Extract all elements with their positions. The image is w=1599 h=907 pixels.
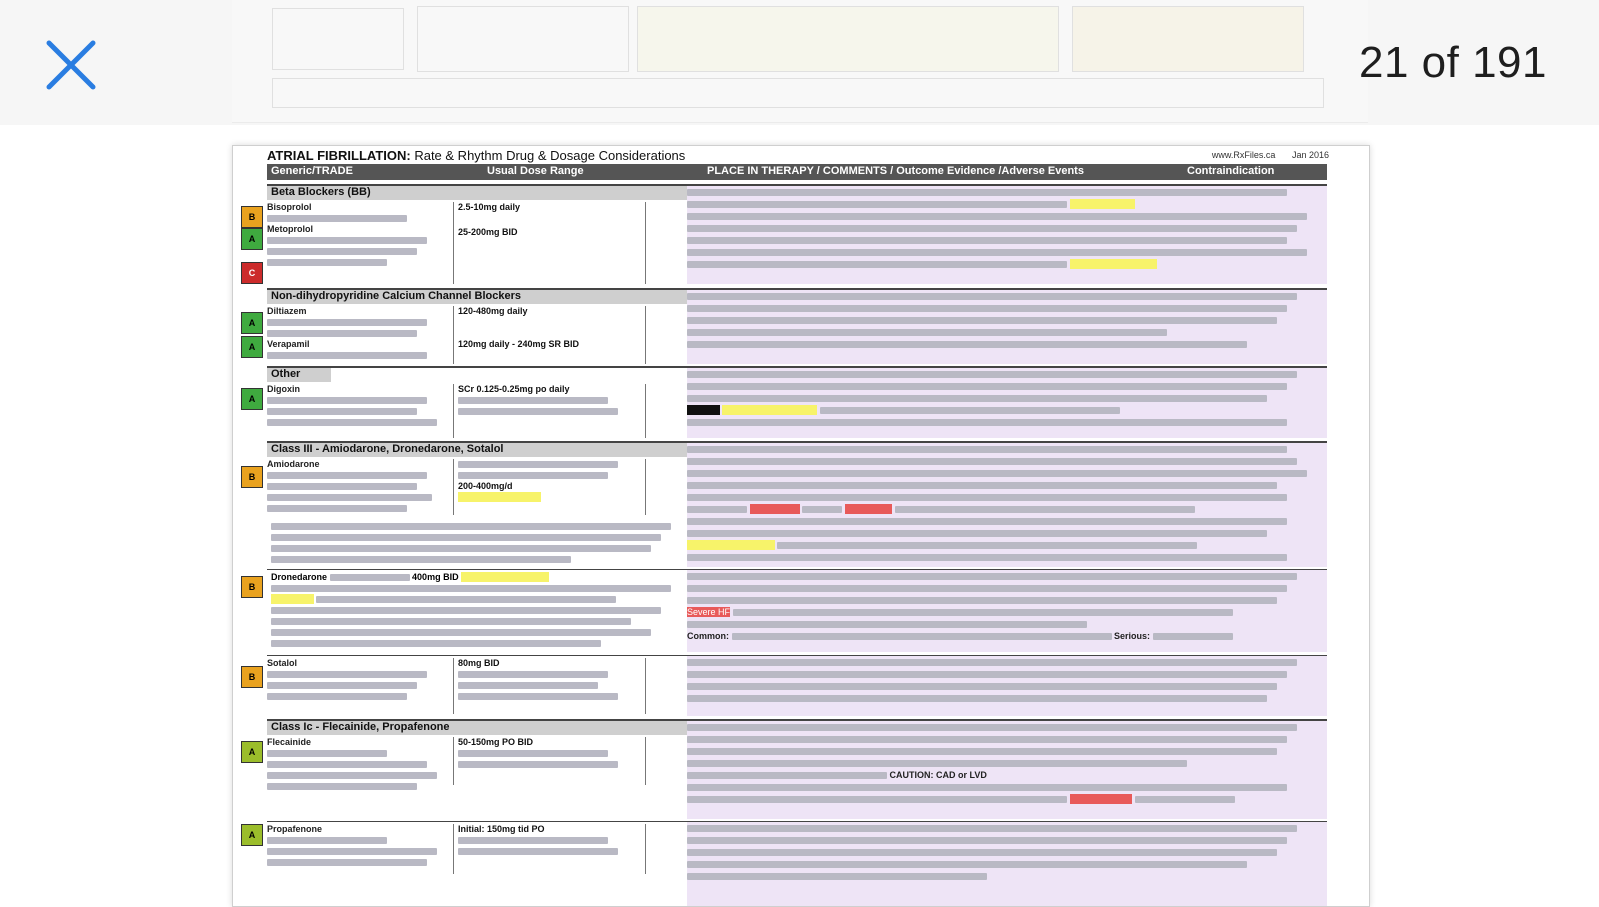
header-contraindication: Contraindication [1187, 165, 1275, 177]
ref-column [645, 459, 686, 515]
section-title: Non-dihydropyridine Calcium Channel Bloc… [267, 290, 691, 304]
close-x-icon [46, 40, 96, 90]
header-generic: Generic/TRADE [271, 165, 353, 177]
dose-column: 2.5-10mg daily 25-200mg BID [453, 202, 648, 284]
dose-text: 200-400mg/d [458, 481, 513, 491]
document-title-bold: ATRIAL FIBRILLATION: [267, 148, 411, 163]
dose-column: 200-400mg/d [453, 459, 648, 515]
section-title: Class Ic - Flecainide, Propafenone [267, 721, 691, 735]
section-calcium-channel-blockers: Non-dihydropyridine Calcium Channel Bloc… [267, 288, 1327, 366]
dose-column: 80mg BID [453, 658, 648, 714]
drug-name: Sotalol [267, 658, 298, 668]
rating-badge: A [241, 824, 263, 846]
drug-name: Diltiazem [267, 306, 307, 316]
drug-name: Dronedarone [271, 572, 328, 582]
comments-column [687, 822, 1327, 906]
rating-badge: B [241, 666, 263, 688]
rating-badge: B [241, 576, 263, 598]
rating-badge: B [241, 466, 263, 488]
dose-column: 50-150mg PO BID [453, 737, 648, 785]
dose-column: 120-480mg daily 120mg daily - 240mg SR B… [453, 306, 648, 364]
rating-badge: B [241, 206, 263, 228]
date-label: Jan 2016 [1291, 150, 1329, 160]
section-title: Beta Blockers (BB) [267, 186, 691, 200]
rating-badge: A [241, 336, 263, 358]
dose-column: SCr 0.125-0.25mg po daily [453, 384, 648, 438]
section-other: Other Digoxin SCr 0.125-0.25mg po daily [267, 366, 1327, 440]
header-dose: Usual Dose Range [487, 165, 584, 177]
rating-badge: A [241, 228, 263, 250]
comments-column: Severe HF Common: Serious: [687, 570, 1327, 652]
close-button[interactable] [44, 38, 98, 92]
drug-list: Bisoprolol Metoprolol [267, 202, 447, 268]
document-meta: www.RxFiles.ca Jan 2016 [1212, 150, 1329, 160]
ref-column [645, 824, 686, 874]
rating-badge: A [241, 741, 263, 763]
section-title: Other [267, 368, 331, 382]
header-place: PLACE IN THERAPY / COMMENTS / Outcome Ev… [707, 165, 1084, 177]
caution-label: CAUTION: CAD or LVD [889, 770, 987, 780]
comments-column [687, 368, 1327, 438]
section-class-iii: Class III - Amiodarone, Dronedarone, Sot… [267, 441, 1327, 569]
dose-column: Initial: 150mg tid PO [453, 824, 648, 874]
serious-label: Serious: [1114, 631, 1151, 641]
severe-hf-label: Severe HF [687, 607, 731, 617]
drug-name: Metoprolol [267, 224, 313, 234]
ref-column [645, 658, 686, 714]
drug-name: Verapamil [267, 339, 310, 349]
ref-column [645, 202, 686, 284]
dose-text: 80mg BID [458, 658, 500, 668]
document-title-rest: Rate & Rhythm Drug & Dosage Consideratio… [414, 148, 686, 163]
dose-text: 2.5-10mg daily [458, 202, 521, 212]
ref-column [645, 306, 686, 364]
drug-name: Flecainide [267, 737, 312, 747]
section-title: Class III - Amiodarone, Dronedarone, Sot… [267, 443, 691, 457]
ref-column [645, 737, 686, 785]
section-propafenone: Propafenone Initial: 150mg tid PO [267, 821, 1327, 906]
section-beta-blockers: Beta Blockers (BB) Bisoprolol Metoprolol… [267, 184, 1327, 286]
table-header: Generic/TRADE Usual Dose Range PLACE IN … [267, 164, 1327, 180]
rating-badge: A [241, 388, 263, 410]
drug-list: Flecainide [267, 737, 447, 792]
drug-name: Digoxin [267, 384, 300, 394]
ref-column [645, 384, 686, 438]
section-class-ic: Class Ic - Flecainide, Propafenone Fleca… [267, 719, 1327, 821]
comments-column: CAUTION: CAD or LVD [687, 721, 1327, 819]
comments-column [687, 186, 1327, 284]
drug-name: Propafenone [267, 824, 323, 834]
section-dronedarone: Dronedarone 400mg BID Severe HF Common: … [267, 569, 1327, 654]
drug-list: Digoxin [267, 384, 447, 428]
dose-text: 50-150mg PO BID [458, 737, 534, 747]
dose-text: 25-200mg BID [458, 227, 518, 237]
drug-block: Dronedarone 400mg BID [271, 572, 683, 649]
page-counter: 21 of 191 [1359, 38, 1547, 87]
rating-badge: A [241, 312, 263, 334]
notes-block [271, 521, 683, 565]
dose-text: 120-480mg daily [458, 306, 528, 316]
comments-column [687, 443, 1327, 567]
previous-page-preview[interactable] [232, 0, 1368, 123]
section-sotalol: Sotalol 80mg BID [267, 655, 1327, 718]
comments-column [687, 290, 1327, 364]
drug-list: Amiodarone [267, 459, 447, 514]
document-title: ATRIAL FIBRILLATION: Rate & Rhythm Drug … [267, 148, 685, 163]
drug-list: Sotalol [267, 658, 447, 702]
dose-text: Initial: 150mg tid PO [458, 824, 545, 834]
drug-list: Propafenone [267, 824, 447, 868]
website-label: www.RxFiles.ca [1211, 150, 1276, 160]
drug-name: Bisoprolol [267, 202, 312, 212]
rating-badge: C [241, 262, 263, 284]
common-label: Common: [687, 631, 729, 641]
document-page[interactable]: ATRIAL FIBRILLATION: Rate & Rhythm Drug … [232, 145, 1370, 907]
drug-name: Amiodarone [267, 459, 320, 469]
comments-column [687, 656, 1327, 716]
dose-text: 400mg BID [412, 572, 459, 582]
dose-text: SCr 0.125-0.25mg po daily [458, 384, 570, 394]
viewer-toolbar: 21 of 191 [0, 0, 1599, 125]
drug-list: Diltiazem Verapamil [267, 306, 447, 361]
dose-text: 120mg daily - 240mg SR BID [458, 339, 580, 349]
